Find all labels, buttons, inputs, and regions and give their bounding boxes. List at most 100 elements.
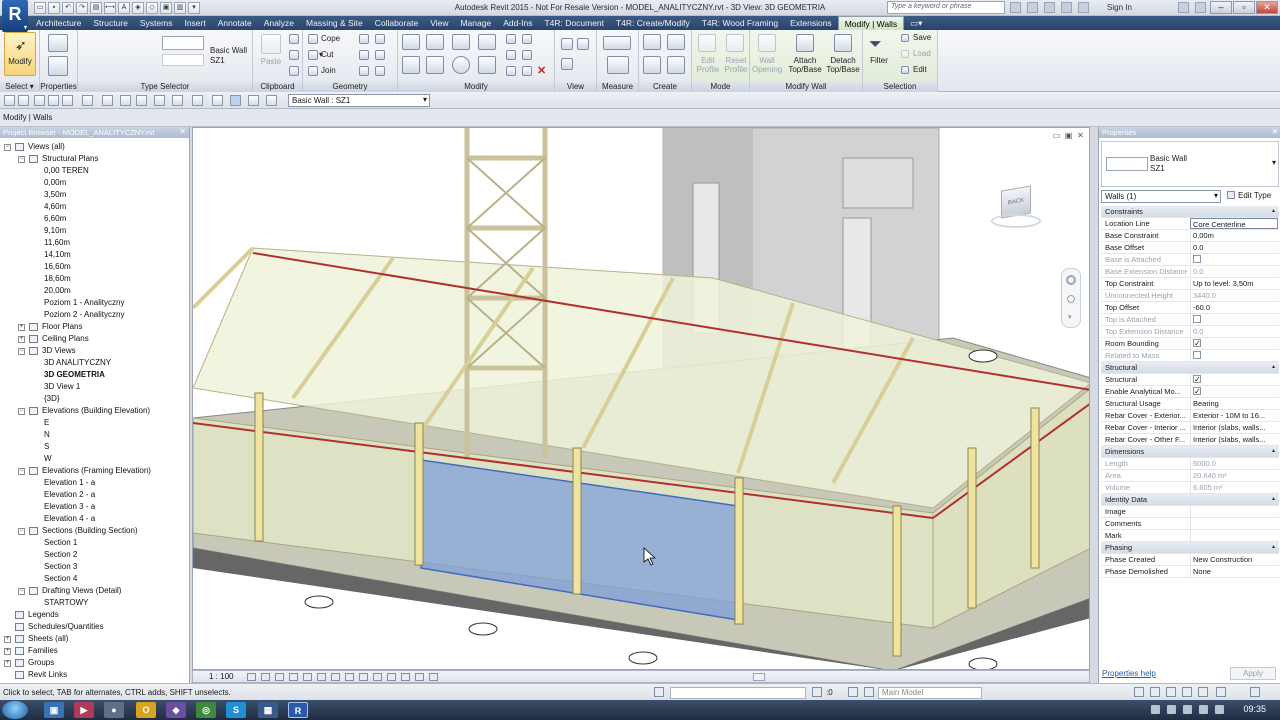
render-icon[interactable]: [303, 673, 312, 681]
help-icon[interactable]: [1194, 2, 1206, 13]
browser-item[interactable]: Elevation 1 - a: [44, 477, 95, 489]
browser-item[interactable]: 16,60m: [44, 261, 71, 273]
browser-item[interactable]: STARTOWY: [44, 597, 88, 609]
search-input[interactable]: Type a keyword or phrase: [887, 1, 1005, 14]
worksharing-display-icon[interactable]: [429, 673, 438, 681]
browser-item[interactable]: Elevation 3 - a: [44, 501, 95, 513]
property-group-header[interactable]: Phasing ▴: [1101, 542, 1279, 554]
split-element-icon[interactable]: [506, 34, 516, 44]
expand-icon[interactable]: +: [4, 660, 11, 667]
detach-top-base-icon[interactable]: [834, 34, 852, 52]
collapse-icon[interactable]: −: [18, 588, 25, 595]
join-icon[interactable]: [308, 66, 318, 76]
analytical-model-icon[interactable]: [387, 673, 396, 681]
collapse-icon[interactable]: −: [18, 528, 25, 535]
model-drawing[interactable]: [193, 128, 1090, 670]
select-by-face-icon[interactable]: [1182, 687, 1192, 697]
properties-icon[interactable]: [48, 34, 68, 52]
background-process-icon[interactable]: [1216, 687, 1226, 697]
open-icon-small[interactable]: [48, 95, 59, 106]
tray-battery-icon[interactable]: [1183, 705, 1192, 714]
detail-level-icon[interactable]: [247, 673, 256, 681]
mirror-axis-icon[interactable]: [452, 34, 470, 50]
apply-button[interactable]: Apply: [1230, 667, 1276, 680]
network-app-icon[interactable]: ▦: [258, 702, 278, 718]
browser-item[interactable]: 4,60m: [44, 201, 66, 213]
hide-icon[interactable]: [561, 38, 573, 50]
filter-icon[interactable]: ⏷: [869, 36, 882, 54]
property-row[interactable]: Phase Created New Construction: [1101, 554, 1279, 566]
design-option-dropdown[interactable]: Main Model: [878, 687, 982, 699]
exclude-options-icon[interactable]: [864, 687, 874, 697]
type-properties-icon[interactable]: [48, 56, 68, 76]
sync-icon[interactable]: [102, 95, 113, 106]
property-value[interactable]: [1190, 506, 1278, 517]
tab-t4r-document[interactable]: T4R: Document: [538, 16, 610, 30]
temp-hide-icon[interactable]: [359, 673, 368, 681]
browser-item[interactable]: Section 2: [44, 549, 77, 561]
redo-icon-small[interactable]: [82, 95, 93, 106]
shadows-icon[interactable]: [289, 673, 298, 681]
tab-t4r-wood-framing[interactable]: T4R: Wood Framing: [696, 16, 784, 30]
filter-button[interactable]: Filter: [865, 56, 893, 65]
view-3d-icon[interactable]: [192, 95, 203, 106]
search-icon[interactable]: [1010, 2, 1021, 13]
tab-manage[interactable]: Manage: [454, 16, 497, 30]
reveal-constraints-icon[interactable]: [415, 673, 424, 681]
instance-filter-dropdown[interactable]: Walls (1) ▾: [1101, 190, 1221, 203]
property-row[interactable]: Rebar Cover - Exterior... Exterior - 10M …: [1101, 410, 1279, 422]
property-value[interactable]: -60.0: [1190, 302, 1278, 313]
exchange-apps-icon[interactable]: [1177, 2, 1189, 13]
highlight-displacement-icon[interactable]: [401, 673, 410, 681]
split-gap-icon[interactable]: [522, 34, 532, 44]
edit-selection-button[interactable]: Edit: [913, 65, 927, 74]
property-value[interactable]: Exterior - 10M to 16...: [1190, 410, 1278, 421]
browser-item[interactable]: Elevation 2 - a: [44, 489, 95, 501]
close-view-icon[interactable]: ✕: [1076, 132, 1085, 141]
browser-item[interactable]: 0,00 TEREN: [44, 165, 89, 177]
browser-item[interactable]: Section 3: [44, 561, 77, 573]
select-pinned-icon[interactable]: [1166, 687, 1176, 697]
start-button[interactable]: [2, 701, 28, 719]
browser-item[interactable]: 0,00m: [44, 177, 66, 189]
crop-view-icon[interactable]: [317, 673, 326, 681]
media-app-icon[interactable]: ▶: [74, 702, 94, 718]
array-icon[interactable]: [506, 50, 516, 60]
favorites-icon[interactable]: [1061, 2, 1072, 13]
property-checkbox[interactable]: [1190, 386, 1278, 397]
edit-selection-icon[interactable]: [901, 66, 909, 74]
browser-item[interactable]: Floor Plans: [42, 321, 82, 333]
chrome-app-icon[interactable]: ◎: [196, 702, 216, 718]
tab-add-ins[interactable]: Add-Ins: [497, 16, 538, 30]
chevron-down-icon[interactable]: ▾: [1272, 158, 1276, 167]
property-row[interactable]: Enable Analytical Mo...: [1101, 386, 1279, 398]
property-group-header[interactable]: Identity Data ▴: [1101, 494, 1279, 506]
create-similar-icon[interactable]: [667, 56, 685, 74]
create-parts-icon[interactable]: [667, 34, 685, 50]
steering-wheel-icon[interactable]: [1066, 275, 1076, 285]
property-checkbox[interactable]: [1190, 338, 1278, 349]
property-row[interactable]: Base Offset 0.0: [1101, 242, 1279, 254]
select-underlay-icon[interactable]: [1150, 687, 1160, 697]
text-icon-small[interactable]: [172, 95, 183, 106]
tray-volume-icon[interactable]: [1167, 705, 1176, 714]
browser-item[interactable]: {3D}: [44, 393, 60, 405]
property-row[interactable]: Base Constraint 0,00m: [1101, 230, 1279, 242]
workset-dropdown[interactable]: [670, 687, 806, 699]
browser-item[interactable]: S: [44, 441, 49, 453]
close-windows-icon[interactable]: [248, 95, 259, 106]
property-row[interactable]: Rebar Cover - Other F... Interior (slabs,…: [1101, 434, 1279, 446]
worksets-icon[interactable]: [654, 687, 664, 697]
viewcube-compass-ring[interactable]: [991, 214, 1041, 228]
property-row[interactable]: Comments: [1101, 518, 1279, 530]
browser-item[interactable]: 3D ANALITYCZNY: [44, 357, 111, 369]
undo-icon-small[interactable]: [62, 95, 73, 106]
property-value[interactable]: Up to level: 3,50m: [1190, 278, 1278, 289]
view-scale[interactable]: 1 : 100: [209, 672, 233, 681]
measure-icon-small[interactable]: [120, 95, 131, 106]
browser-item[interactable]: Section 4: [44, 573, 77, 585]
align-icon[interactable]: [402, 34, 420, 50]
property-row[interactable]: Image: [1101, 506, 1279, 518]
browser-item[interactable]: 20,00m: [44, 285, 71, 297]
tab-annotate[interactable]: Annotate: [212, 16, 258, 30]
